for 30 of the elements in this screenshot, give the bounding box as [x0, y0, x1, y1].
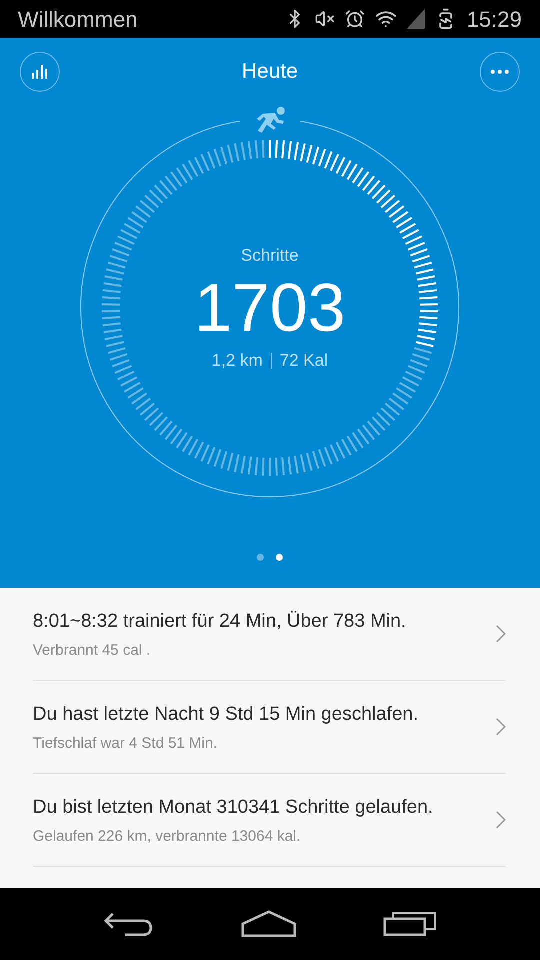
calories-value: 72 Kal: [280, 350, 328, 372]
summary-title: Du bist letzten Monat 310341 Schritte gelaufen.: [33, 796, 434, 820]
summary-detail: Verbrannt 45 cal .: [33, 641, 152, 661]
summary-row[interactable]: Du bist letzten Monat 310341 Schritte gelaufen. Gelaufen 226 km, verbrannte 13064 kal.: [33, 774, 506, 867]
summary-title: Du hast letzte Nacht 9 Std 15 Min geschlafen.: [33, 702, 420, 726]
home-icon[interactable]: [241, 910, 297, 938]
status-title: Willkommen: [18, 6, 138, 34]
more-icon: [490, 70, 509, 74]
back-icon[interactable]: [103, 910, 155, 938]
distance-value: 1,2 km: [212, 350, 263, 372]
chevron-icon: [496, 811, 506, 829]
summary-title: 8:01~8:32 trainiert für 24 Min, Über 783 Min.: [33, 610, 408, 634]
header-title: Heute: [242, 59, 298, 86]
summary-row[interactable]: 8:01~8:32 trainiert für 24 Min, Über 783 Min. Verbrannt 45 cal .: [33, 588, 506, 681]
signal-icon: [406, 9, 425, 29]
summary-row[interactable]: Du hast letzte Nacht 9 Std 15 Min geschlafen. Tiefschlaf war 4 Std 51 Min.: [33, 681, 506, 774]
steps-label: Schritte: [241, 244, 299, 266]
alarm-icon: [344, 9, 365, 29]
page-indicator[interactable]: [276, 554, 283, 561]
status-time: 15:29: [466, 6, 522, 34]
mute-icon: [314, 9, 335, 29]
bar-chart-icon: [32, 65, 48, 79]
step-count: 1703: [194, 269, 346, 348]
summary-detail: Gelaufen 226 km, verbrannte 13064 kal.: [33, 827, 302, 847]
recent-apps-icon[interactable]: [383, 911, 437, 937]
stats-button[interactable]: [20, 52, 60, 92]
summary-detail: Tiefschlaf war 4 Std 51 Min.: [33, 734, 219, 754]
chevron-icon: [496, 625, 506, 643]
more-button[interactable]: [480, 52, 520, 92]
chevron-icon: [496, 718, 506, 736]
